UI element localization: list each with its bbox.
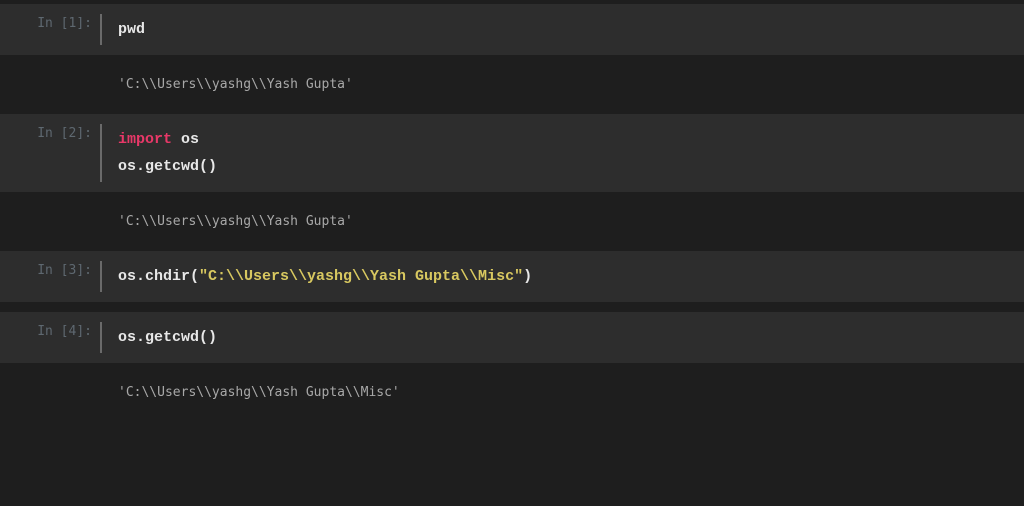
output-prompt: . [0, 373, 100, 412]
input-cell[interactable]: In [1]: pwd [0, 4, 1024, 55]
output-cell: . 'C:\\Users\\yashg\\Yash Gupta' [0, 202, 1024, 241]
input-prompt: In [2]: [0, 114, 100, 192]
code-line: pwd [118, 16, 1008, 43]
input-cell[interactable]: In [4]: os.getcwd() [0, 312, 1024, 363]
output-content: 'C:\\Users\\yashg\\Yash Gupta\\Misc' [102, 373, 1024, 412]
code-line: os.getcwd() [118, 324, 1008, 351]
code-line: import os [118, 126, 1008, 153]
input-prompt: In [3]: [0, 251, 100, 302]
output-cell: . 'C:\\Users\\yashg\\Yash Gupta\\Misc' [0, 373, 1024, 412]
code-content[interactable]: pwd [102, 4, 1024, 55]
output-prompt: . [0, 202, 100, 241]
output-prompt: . [0, 65, 100, 104]
code-line: os.getcwd() [118, 153, 1008, 180]
code-line: os.chdir("C:\\Users\\yashg\\Yash Gupta\\… [118, 263, 1008, 290]
input-cell[interactable]: In [2]: import os os.getcwd() [0, 114, 1024, 192]
output-cell: . 'C:\\Users\\yashg\\Yash Gupta' [0, 65, 1024, 104]
input-prompt: In [1]: [0, 4, 100, 55]
notebook-cells: In [1]: pwd . 'C:\\Users\\yashg\\Yash Gu… [0, 0, 1024, 412]
input-cell[interactable]: In [3]: os.chdir("C:\\Users\\yashg\\Yash… [0, 251, 1024, 302]
code-content[interactable]: os.getcwd() [102, 312, 1024, 363]
output-content: 'C:\\Users\\yashg\\Yash Gupta' [102, 202, 1024, 241]
code-content[interactable]: import os os.getcwd() [102, 114, 1024, 192]
code-content[interactable]: os.chdir("C:\\Users\\yashg\\Yash Gupta\\… [102, 251, 1024, 302]
output-content: 'C:\\Users\\yashg\\Yash Gupta' [102, 65, 1024, 104]
input-prompt: In [4]: [0, 312, 100, 363]
